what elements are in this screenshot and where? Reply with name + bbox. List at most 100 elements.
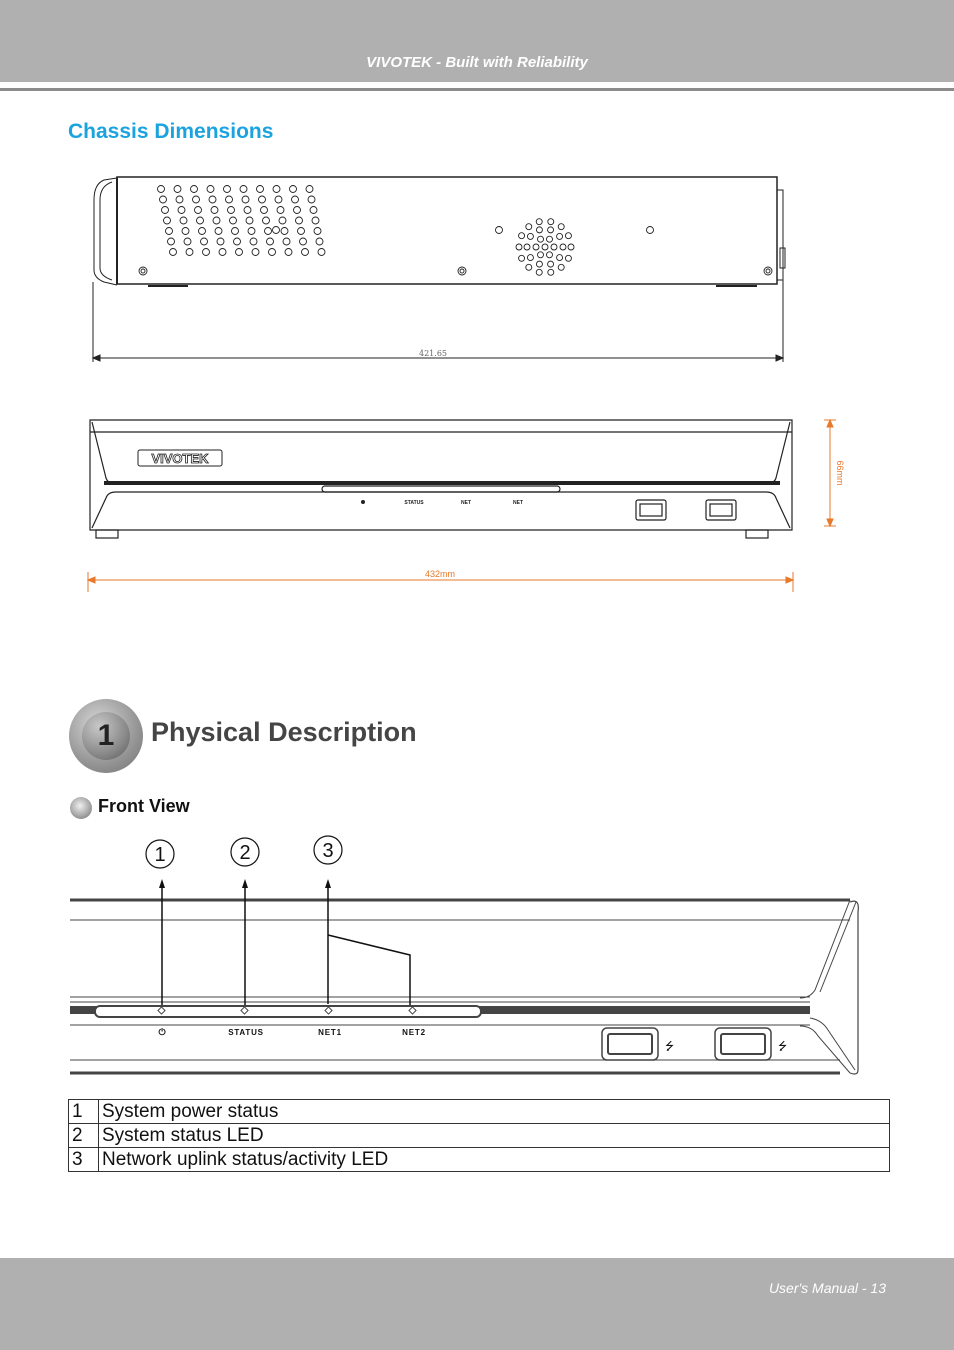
fan-vent-hole: [525, 263, 533, 271]
vent-hole: [305, 185, 314, 193]
table-row: 3 Network uplink status/activity LED: [68, 1147, 890, 1172]
vent-hole: [301, 248, 309, 256]
front-view-title: Front View: [98, 796, 190, 816]
front-brand-logo: VIVOTEK: [151, 451, 209, 466]
vent-hole: [274, 195, 283, 204]
vent-hole: [190, 185, 198, 193]
vent-hole: [313, 227, 322, 235]
vent-hole: [229, 216, 237, 225]
vent-hole: [241, 195, 250, 204]
vent-hole: [212, 216, 221, 225]
vent-hole: [179, 216, 188, 225]
row-number: 2: [68, 1123, 99, 1148]
header-tagline: VIVOTEK - Built with Reliability: [366, 54, 588, 71]
page-footer: [0, 1258, 954, 1350]
vent-hole: [289, 185, 297, 193]
vent-hole: [266, 237, 274, 246]
vent-hole: [311, 216, 320, 225]
front-led-label-status: STATUS: [404, 500, 424, 506]
table-row: 1 System power status: [68, 1099, 890, 1124]
vent-hole: [309, 206, 318, 214]
vent-hole: [159, 195, 167, 204]
bullet-ball-icon: [70, 797, 92, 819]
vent-hole: [165, 227, 173, 235]
led-legend-table: 1 System power status 2 System status LE…: [68, 1099, 890, 1172]
vent-hole: [183, 237, 192, 246]
side-depth-label: 421.65: [419, 349, 447, 358]
usb-port-1: [601, 1027, 659, 1061]
vent-hole: [225, 195, 233, 204]
vent-hole: [307, 195, 316, 204]
vent-hole: [295, 216, 303, 225]
row-description: System status LED: [98, 1123, 890, 1148]
panel-label-status: STATUS: [228, 1028, 264, 1037]
fan-vent-hole: [546, 251, 553, 259]
front-panel-detail-drawing: 1 2 3 ⏻ STATUS NET1 NET2 ⭍ ⭍: [70, 835, 859, 1075]
fan-vent-hole: [556, 254, 564, 262]
vent-hole: [282, 237, 291, 246]
vent-hole: [247, 227, 256, 235]
row-description: Network uplink status/activity LED: [98, 1147, 890, 1172]
vent-hole: [280, 227, 289, 235]
vent-hole: [245, 216, 254, 225]
vent-hole: [260, 206, 268, 214]
fan-vent-hole: [526, 254, 534, 262]
fan-vent-hole: [523, 243, 531, 251]
fan-vent-hole: [518, 232, 526, 240]
vent-hole: [185, 248, 194, 256]
vent-hole: [196, 216, 204, 225]
vent-hole: [284, 248, 293, 256]
vent-hole: [157, 185, 165, 193]
vent-hole: [231, 227, 239, 235]
vent-hole: [243, 206, 252, 214]
vent-hole: [161, 206, 169, 214]
footer-page-label: User's Manual - 13: [768, 1280, 886, 1296]
row-description: System power status: [98, 1099, 890, 1124]
vent-hole: [167, 237, 175, 246]
vent-hole: [194, 206, 202, 214]
vent-hole: [192, 195, 200, 204]
vent-hole: [293, 206, 301, 214]
fan-vent-hole: [547, 218, 555, 226]
vent-hole: [264, 227, 272, 235]
vent-hole: [169, 248, 177, 256]
vent-hole: [223, 185, 231, 193]
fan-vent-hole: [564, 232, 572, 240]
vent-hole: [218, 248, 227, 256]
vent-hole: [239, 185, 248, 193]
row-number: 3: [68, 1147, 99, 1172]
fan-vent-hole: [535, 226, 543, 234]
vent-hole: [258, 195, 266, 204]
vent-hole: [163, 216, 171, 225]
vent-hole: [216, 237, 225, 246]
usb-port-2: [714, 1027, 772, 1061]
vent-hole: [278, 216, 287, 225]
header-rule: [0, 88, 954, 91]
front-view-drawing: VIVOTEK STATUS NET NET 432mm 66mm: [86, 418, 845, 592]
vent-hole: [233, 237, 241, 246]
vent-hole: [210, 206, 219, 214]
vent-hole: [251, 248, 260, 256]
vent-hole: [200, 237, 208, 246]
fan-vent-hole: [526, 232, 534, 240]
fan-vent-hole: [515, 243, 523, 251]
front-led-label-net1: NET: [461, 500, 471, 506]
vent-hole: [276, 206, 285, 214]
usb-icon: ⭍: [778, 1040, 787, 1053]
fan-vent-hole: [532, 243, 540, 251]
fan-vent-hole: [564, 254, 572, 262]
handle: [93, 177, 118, 286]
power-icon: ⏻: [158, 1027, 166, 1037]
vent-hole: [214, 227, 223, 235]
side-view-drawing: 421.65: [91, 176, 786, 362]
chapter-badge: 1: [69, 699, 143, 773]
vent-hole: [198, 227, 206, 235]
panel-label-net1: NET1: [318, 1028, 342, 1037]
vent-hole: [175, 195, 184, 204]
front-chassis-outline: [89, 419, 793, 531]
vent-hole: [202, 248, 210, 256]
chapter-number: 1: [82, 712, 130, 760]
fan-vent-hole: [518, 254, 526, 262]
fan-vent-hole: [535, 218, 543, 226]
fan-vent-hole: [556, 232, 564, 240]
